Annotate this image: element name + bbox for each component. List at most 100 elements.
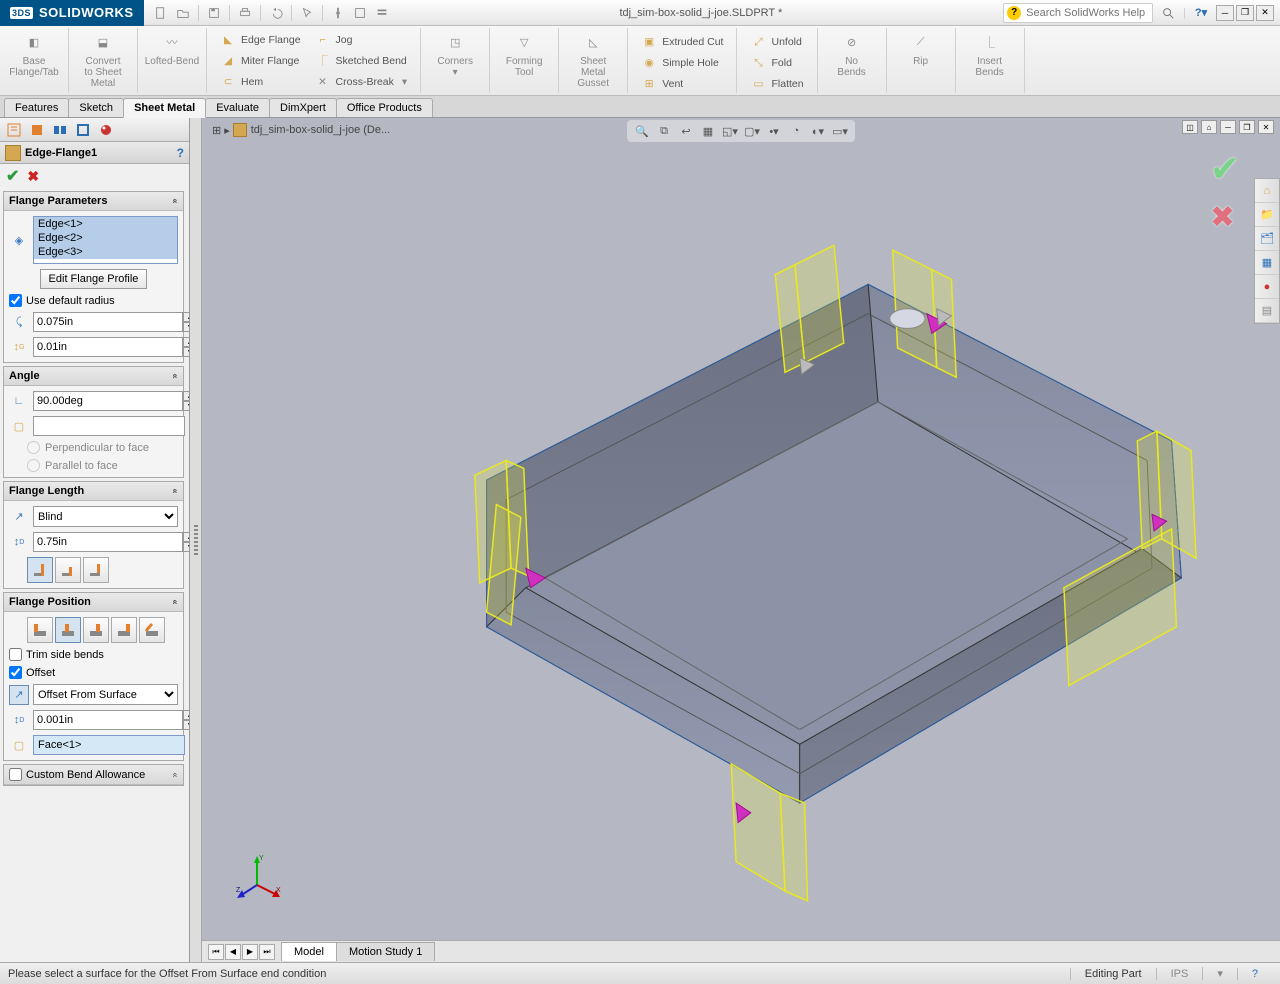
radius-input[interactable] bbox=[33, 312, 183, 332]
unfold-button[interactable]: ⤢Unfold bbox=[747, 32, 806, 52]
accept-icon[interactable]: ✔ bbox=[6, 166, 19, 186]
config-tab[interactable] bbox=[49, 120, 71, 140]
sketched-bend-button[interactable]: ⎾Sketched Bend bbox=[312, 51, 411, 71]
offset-checkbox[interactable]: Offset bbox=[9, 666, 178, 679]
lofted-bend-button[interactable]: 〰Lofted-Bend bbox=[144, 30, 200, 67]
angle-face-input[interactable] bbox=[33, 416, 185, 436]
rip-button[interactable]: ⟋Rip bbox=[893, 30, 949, 67]
length-from-tangent-icon[interactable] bbox=[83, 557, 109, 583]
convert-sheet-metal-button[interactable]: ⬓Convert to Sheet Metal bbox=[75, 30, 131, 89]
dimxpert-tab[interactable] bbox=[72, 120, 94, 140]
undo-icon[interactable] bbox=[267, 4, 285, 22]
edit-flange-profile-button[interactable]: Edit Flange Profile bbox=[40, 269, 148, 289]
help-question-icon[interactable]: ? bbox=[177, 146, 184, 160]
options-icon[interactable] bbox=[351, 4, 369, 22]
offset-type-select[interactable]: Offset From Surface bbox=[33, 684, 178, 705]
corners-button[interactable]: ◳Corners▾ bbox=[427, 30, 483, 78]
panel-collapse-handle[interactable] bbox=[190, 118, 202, 962]
pos-material-outside-icon[interactable] bbox=[55, 617, 81, 643]
section-header[interactable]: Angle bbox=[4, 367, 183, 386]
offset-value-input[interactable] bbox=[33, 710, 183, 730]
miter-flange-button[interactable]: ◢Miter Flange bbox=[217, 51, 304, 71]
restore-button[interactable]: ❐ bbox=[1236, 5, 1254, 21]
insert-bends-button[interactable]: ⎿Insert Bends bbox=[962, 30, 1018, 78]
status-custom-icon[interactable]: ▾ bbox=[1202, 967, 1237, 980]
status-units[interactable]: IPS bbox=[1156, 968, 1203, 980]
fold-button[interactable]: ⤡Fold bbox=[747, 53, 806, 73]
gap-input[interactable] bbox=[33, 337, 183, 357]
edge-list[interactable]: Edge<1> Edge<2> Edge<3> bbox=[33, 216, 178, 264]
jog-button[interactable]: ⌐Jog bbox=[312, 30, 411, 50]
model-view bbox=[202, 118, 1280, 940]
extruded-cut-button[interactable]: ▣Extruded Cut bbox=[638, 32, 726, 52]
pos-material-inside-icon[interactable] bbox=[27, 617, 53, 643]
rebuild-icon[interactable] bbox=[329, 4, 347, 22]
no-bends-button[interactable]: ⊘No Bends bbox=[824, 30, 880, 78]
viewport-container: ⊞▸tdj_sim-box-solid_j-joe (De... 🔍 ⧉ ↩ ▦… bbox=[202, 118, 1280, 962]
svg-text:Y: Y bbox=[259, 855, 264, 862]
appearance-tab[interactable] bbox=[95, 120, 117, 140]
print-icon[interactable] bbox=[236, 4, 254, 22]
pos-virtual-sharp-icon[interactable] bbox=[111, 617, 137, 643]
help-icon[interactable]: ?▾ bbox=[1192, 4, 1210, 22]
feature-tree-tab[interactable] bbox=[3, 120, 25, 140]
view-triad[interactable]: Y X Z bbox=[232, 850, 282, 900]
offset-face-icon: ▢ bbox=[9, 735, 29, 755]
vent-button[interactable]: ⊞Vent bbox=[638, 74, 726, 94]
tab-office-products[interactable]: Office Products bbox=[336, 98, 433, 117]
angle-input[interactable] bbox=[33, 391, 183, 411]
feature-tree-flyout[interactable]: ⊞▸tdj_sim-box-solid_j-joe (De... bbox=[206, 120, 396, 140]
hem-button[interactable]: ⊂Hem bbox=[217, 72, 304, 92]
edge-select-icon: ◈ bbox=[9, 230, 29, 250]
tab-evaluate[interactable]: Evaluate bbox=[205, 98, 270, 117]
face-ref-icon: ▢ bbox=[9, 416, 29, 436]
pos-tangent-icon[interactable] bbox=[139, 617, 165, 643]
tab-prev[interactable]: ◀ bbox=[225, 944, 241, 960]
search-input[interactable] bbox=[1003, 3, 1153, 23]
flange-position-section: Flange Position Trim side bends Offset ↗… bbox=[3, 592, 184, 761]
custom-bend-section[interactable]: Custom Bend Allowance bbox=[3, 764, 184, 786]
save-icon[interactable] bbox=[205, 4, 223, 22]
length-input[interactable] bbox=[33, 532, 183, 552]
model-tab[interactable]: Model bbox=[281, 942, 337, 961]
section-header[interactable]: Flange Length bbox=[4, 482, 183, 501]
part-icon bbox=[233, 123, 247, 137]
cancel-icon[interactable]: ✖ bbox=[27, 168, 39, 185]
flatten-button[interactable]: ▭Flatten bbox=[747, 74, 806, 94]
simple-hole-button[interactable]: ◉Simple Hole bbox=[638, 53, 726, 73]
section-header[interactable]: Flange Parameters bbox=[4, 192, 183, 211]
end-condition-select[interactable]: Blind bbox=[33, 506, 178, 527]
status-question-icon[interactable]: ? bbox=[1237, 968, 1272, 980]
tab-next[interactable]: ▶ bbox=[242, 944, 258, 960]
cross-break-button[interactable]: ✕Cross-Break▾ bbox=[312, 72, 411, 92]
gusset-button[interactable]: ◺Sheet Metal Gusset bbox=[565, 30, 621, 89]
forming-tool-button[interactable]: ▽Forming Tool bbox=[496, 30, 552, 78]
tab-sketch[interactable]: Sketch bbox=[68, 98, 124, 117]
properties-icon[interactable] bbox=[373, 4, 391, 22]
new-doc-icon[interactable] bbox=[152, 4, 170, 22]
edge-flange-button[interactable]: ◣Edge Flange bbox=[217, 30, 304, 50]
property-tab[interactable] bbox=[26, 120, 48, 140]
section-header[interactable]: Flange Position bbox=[4, 593, 183, 612]
motion-study-tab[interactable]: Motion Study 1 bbox=[336, 942, 435, 961]
tab-last[interactable]: ⏭ bbox=[259, 944, 275, 960]
end-cond-icon: ↗ bbox=[9, 507, 29, 527]
pos-bend-outside-icon[interactable] bbox=[83, 617, 109, 643]
close-button[interactable]: ✕ bbox=[1256, 5, 1274, 21]
viewport[interactable]: ⊞▸tdj_sim-box-solid_j-joe (De... 🔍 ⧉ ↩ ▦… bbox=[202, 118, 1280, 940]
offset-face-input[interactable] bbox=[33, 735, 185, 755]
trim-side-bends-checkbox[interactable]: Trim side bends bbox=[9, 648, 178, 661]
open-icon[interactable] bbox=[174, 4, 192, 22]
tab-first[interactable]: ⏮ bbox=[208, 944, 224, 960]
use-default-radius-checkbox[interactable]: Use default radius bbox=[9, 294, 178, 307]
tab-features[interactable]: Features bbox=[4, 98, 69, 117]
minimize-button[interactable]: ─ bbox=[1216, 5, 1234, 21]
status-prompt: Please select a surface for the Offset F… bbox=[8, 968, 326, 980]
tab-dimxpert[interactable]: DimXpert bbox=[269, 98, 337, 117]
select-icon[interactable] bbox=[298, 4, 316, 22]
length-from-outer-icon[interactable] bbox=[27, 557, 53, 583]
base-flange-button[interactable]: ◧Base Flange/Tab bbox=[6, 30, 62, 78]
tab-sheet-metal[interactable]: Sheet Metal bbox=[123, 98, 206, 118]
search-icon[interactable] bbox=[1159, 4, 1177, 22]
length-from-inner-icon[interactable] bbox=[55, 557, 81, 583]
